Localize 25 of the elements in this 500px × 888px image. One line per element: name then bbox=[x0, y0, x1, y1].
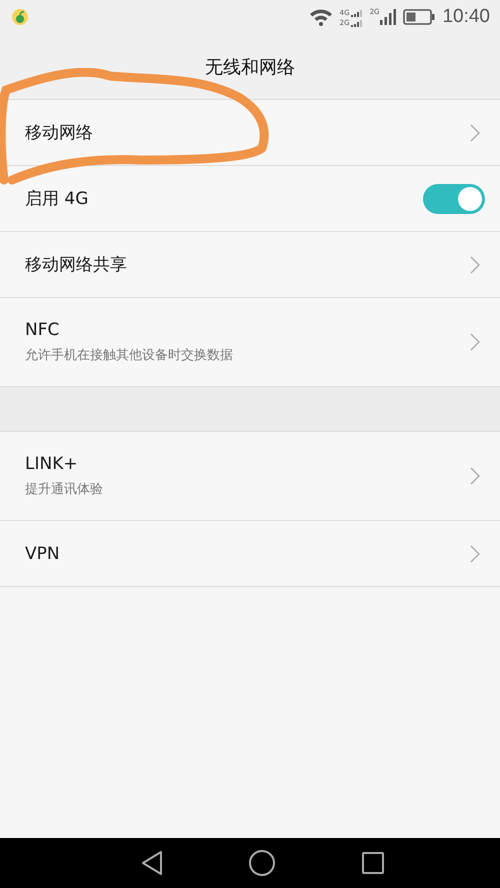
chevron-right-icon bbox=[470, 333, 480, 351]
wifi-icon bbox=[308, 8, 333, 26]
row-label: 移动网络 bbox=[25, 122, 93, 144]
chevron-right-icon bbox=[470, 544, 480, 562]
toggle-switch[interactable] bbox=[423, 184, 485, 214]
chevron-right-icon bbox=[470, 467, 480, 485]
app-notification-icon bbox=[12, 9, 28, 25]
chevron-right-icon bbox=[470, 124, 480, 142]
page-title: 无线和网络 bbox=[205, 56, 295, 78]
row-label: VPN bbox=[25, 544, 60, 564]
home-icon[interactable] bbox=[248, 849, 276, 877]
row-label: 移动网络共享 bbox=[25, 254, 127, 276]
back-icon[interactable] bbox=[141, 850, 163, 876]
recent-apps-icon[interactable] bbox=[361, 851, 385, 875]
chevron-right-icon bbox=[470, 256, 480, 274]
row-label: NFC bbox=[25, 320, 60, 340]
signal-icon bbox=[350, 10, 363, 17]
battery-icon bbox=[403, 9, 436, 25]
row-label: 启用 4G bbox=[25, 188, 88, 210]
signal-icon bbox=[350, 20, 363, 27]
row-subtitle: 提升通讯体验 bbox=[25, 481, 103, 498]
signal-icon bbox=[380, 9, 396, 25]
row-subtitle: 允许手机在接触其他设备时交换数据 bbox=[25, 347, 233, 364]
row-label: LINK+ bbox=[25, 454, 79, 474]
clock-time: 10:40 bbox=[442, 6, 490, 28]
